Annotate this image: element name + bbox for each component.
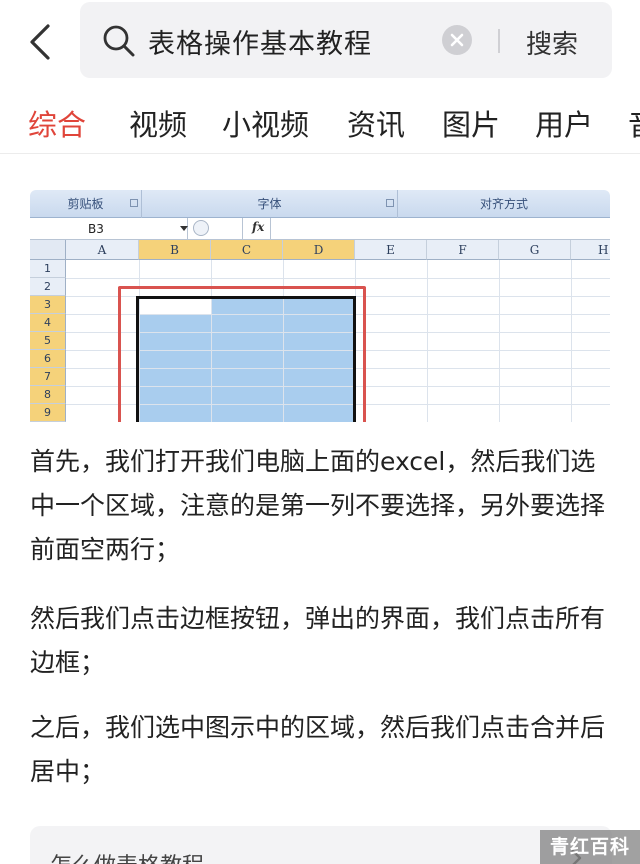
tab-short-video[interactable]: 小视频 <box>222 102 309 144</box>
divider <box>498 29 500 53</box>
excel-screenshot[interactable]: 剪贴板 字体 对齐方式 B3 fx A B C D E F G H 1 2 3 … <box>30 190 610 422</box>
row-header: 6 <box>30 350 66 368</box>
close-icon <box>450 33 464 47</box>
column-header: B <box>139 240 211 260</box>
row-header: 9 <box>30 404 66 422</box>
chevron-left-icon <box>30 24 50 60</box>
search-input[interactable]: 表格操作基本教程 <box>148 22 372 61</box>
name-box: B3 <box>30 218 188 240</box>
divider <box>242 218 243 240</box>
category-tabs: 综合 视频 小视频 资讯 图片 用户 音 <box>0 88 640 154</box>
row-header: 5 <box>30 332 66 350</box>
column-header: D <box>283 240 355 260</box>
column-header: C <box>211 240 283 260</box>
gridline <box>66 278 610 279</box>
dropdown-arrow-icon <box>180 226 188 231</box>
tab-music[interactable]: 音 <box>628 102 640 144</box>
watermark-logo: 青红百科 <box>540 830 640 864</box>
article-paragraph: 首先，我们打开我们电脑上面的excel，然后我们选中一个区域，注意的是第一列不要… <box>30 447 606 564</box>
launcher-icon <box>386 199 394 207</box>
gridline <box>571 260 572 422</box>
ribbon-group-clipboard: 剪贴板 <box>30 190 142 218</box>
article-paragraph: 然后我们点击边框按钮，弹出的界面，我们点击所有边框； <box>30 604 606 677</box>
tab-users[interactable]: 用户 <box>535 102 593 144</box>
highlight-frame <box>118 286 366 422</box>
column-header: H <box>571 240 610 260</box>
article-paragraph: 之后，我们选中图示中的区域，然后我们点击合并后居中； <box>30 713 606 786</box>
tab-images[interactable]: 图片 <box>442 102 500 144</box>
ribbon-group-label: 剪贴板 <box>67 197 104 211</box>
row-header: 4 <box>30 314 66 332</box>
column-header: G <box>499 240 571 260</box>
clear-button[interactable] <box>442 25 472 55</box>
row-header: 2 <box>30 278 66 296</box>
row-header: 3 <box>30 296 66 314</box>
gridline <box>499 260 500 422</box>
search-button[interactable]: 搜索 <box>526 24 578 61</box>
related-search-card[interactable]: 怎么做表格教程 <box>30 826 612 864</box>
tab-news[interactable]: 资讯 <box>347 102 405 144</box>
formula-cancel-icon <box>193 220 209 236</box>
row-header: 1 <box>30 260 66 278</box>
select-all-corner <box>30 240 66 260</box>
divider <box>270 218 271 240</box>
gridline <box>427 260 428 422</box>
launcher-icon <box>130 199 138 207</box>
related-search-title: 怎么做表格教程 <box>50 848 204 864</box>
search-header: 表格操作基本教程 搜索 <box>0 0 640 88</box>
ribbon-group-label: 字体 <box>257 197 282 211</box>
column-header: A <box>66 240 139 260</box>
search-icon <box>103 25 135 57</box>
back-button[interactable] <box>24 22 60 62</box>
tab-video[interactable]: 视频 <box>129 102 187 144</box>
tab-general[interactable]: 综合 <box>28 102 86 144</box>
column-header: F <box>427 240 499 260</box>
fx-icon: fx <box>252 220 265 234</box>
ribbon: 剪贴板 字体 对齐方式 <box>30 190 610 218</box>
search-box[interactable]: 表格操作基本教程 搜索 <box>80 2 612 78</box>
ribbon-group-font: 字体 <box>142 190 398 218</box>
column-header: E <box>355 240 427 260</box>
formula-bar: B3 fx <box>30 218 610 240</box>
row-header: 7 <box>30 368 66 386</box>
row-header: 8 <box>30 386 66 404</box>
ribbon-group-alignment: 对齐方式 <box>398 190 610 218</box>
ribbon-group-label: 对齐方式 <box>479 197 528 211</box>
